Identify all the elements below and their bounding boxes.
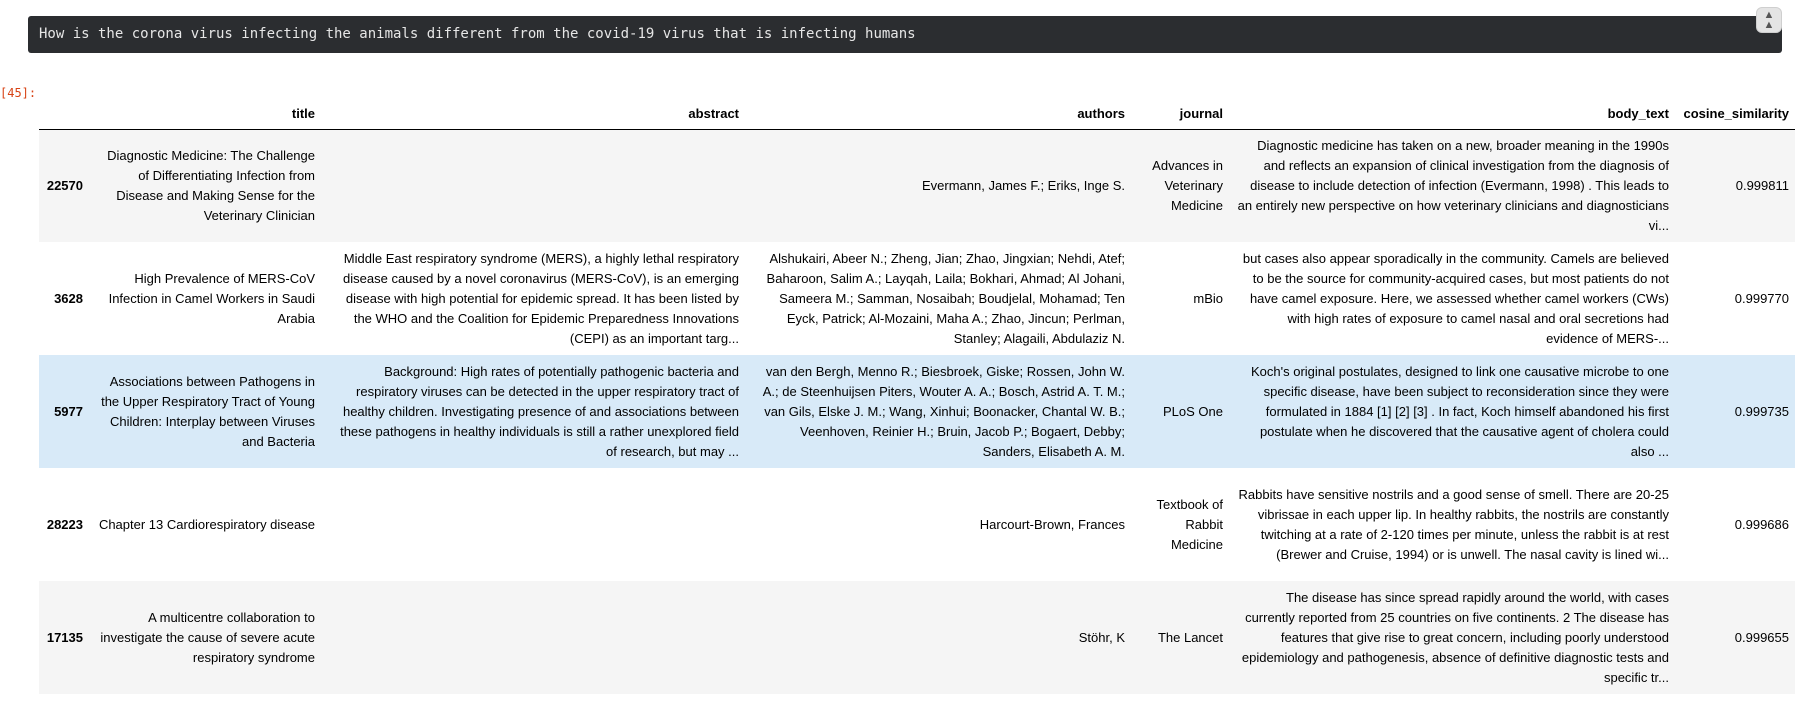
cell-journal: Textbook of Rabbit Medicine	[1156, 496, 1224, 552]
cell-cosine-similarity: 0.999811	[1735, 177, 1789, 193]
cell-title: Chapter 13 Cardiorespiratory disease	[98, 516, 315, 532]
table-row: 28223 Chapter 13 Cardiorespiratory disea…	[39, 468, 1795, 581]
row-index: 5977	[54, 403, 83, 419]
collapse-output-button[interactable]: ▲ ▲	[1756, 7, 1782, 33]
collapse-up-icon: ▲ ▲	[1763, 9, 1775, 31]
cell-journal: PLoS One	[1163, 403, 1223, 419]
cell-cosine-similarity: 0.999655	[1734, 629, 1789, 645]
query-text: How is the corona virus infecting the an…	[39, 26, 916, 42]
row-index: 3628	[54, 290, 83, 306]
cell-abstract: Middle East respiratory syndrome (MERS),…	[343, 250, 739, 346]
cell-abstract	[321, 129, 745, 242]
cell-authors: van den Bergh, Menno R.; Biesbroek, Gisk…	[762, 363, 1125, 459]
cell-authors: Evermann, James F.; Eriks, Inge S.	[921, 177, 1125, 193]
table-row: 3628 High Prevalence of MERS-CoV Infecti…	[39, 242, 1795, 355]
column-header-cosine-similarity: cosine_similarity	[1675, 101, 1795, 130]
cell-body-text: Koch's original postulates, designed to …	[1250, 363, 1669, 459]
cell-abstract	[321, 581, 745, 694]
column-header-abstract: abstract	[321, 101, 745, 130]
column-header-title: title	[89, 101, 321, 130]
cell-journal: mBio	[1193, 290, 1223, 306]
cell-cosine-similarity: 0.999735	[1734, 403, 1789, 419]
cell-title: Diagnostic Medicine: The Challenge of Di…	[107, 147, 315, 223]
column-header-index	[39, 101, 89, 130]
cell-journal: The Lancet	[1157, 629, 1223, 645]
query-output: How is the corona virus infecting the an…	[28, 7, 1782, 53]
cell-abstract: Background: High rates of potentially pa…	[340, 363, 739, 459]
cell-title: High Prevalence of MERS-CoV Infection in…	[108, 270, 315, 326]
table-row: 5977 Associations between Pathogens in t…	[39, 355, 1795, 468]
cell-authors: Alshukairi, Abeer N.; Zheng, Jian; Zhao,…	[766, 250, 1125, 346]
cell-body-text: The disease has since spread rapidly aro…	[1241, 589, 1669, 685]
row-index: 17135	[46, 629, 83, 645]
column-header-authors: authors	[745, 101, 1131, 130]
dataframe-table: title abstract authors journal body_text…	[39, 101, 1795, 694]
column-header-journal: journal	[1131, 101, 1229, 130]
cell-authors: Stöhr, K	[1078, 629, 1125, 645]
cell-title: A multicentre collaboration to investiga…	[100, 609, 315, 665]
table-row: 17135 A multicentre collaboration to inv…	[39, 581, 1795, 694]
cell-cosine-similarity: 0.999686	[1734, 516, 1789, 532]
table-header-row: title abstract authors journal body_text…	[39, 101, 1795, 130]
cell-body-text: Diagnostic medicine has taken on a new, …	[1237, 137, 1669, 233]
cell-body-text: Rabbits have sensitive nostrils and a go…	[1238, 486, 1669, 562]
table-row: 22570 Diagnostic Medicine: The Challenge…	[39, 129, 1795, 242]
cell-authors: Harcourt-Brown, Frances	[979, 516, 1125, 532]
row-index: 22570	[46, 177, 83, 193]
cell-abstract	[321, 468, 745, 581]
cell-cosine-similarity: 0.999770	[1734, 290, 1789, 306]
cell-prompt: [45]:	[0, 86, 37, 100]
column-header-body-text: body_text	[1229, 101, 1675, 130]
cell-title: Associations between Pathogens in the Up…	[101, 373, 315, 449]
row-index: 28223	[46, 516, 83, 532]
cell-body-text: but cases also appear sporadically in th…	[1242, 250, 1669, 346]
cell-journal: Advances in Veterinary Medicine	[1152, 157, 1223, 213]
